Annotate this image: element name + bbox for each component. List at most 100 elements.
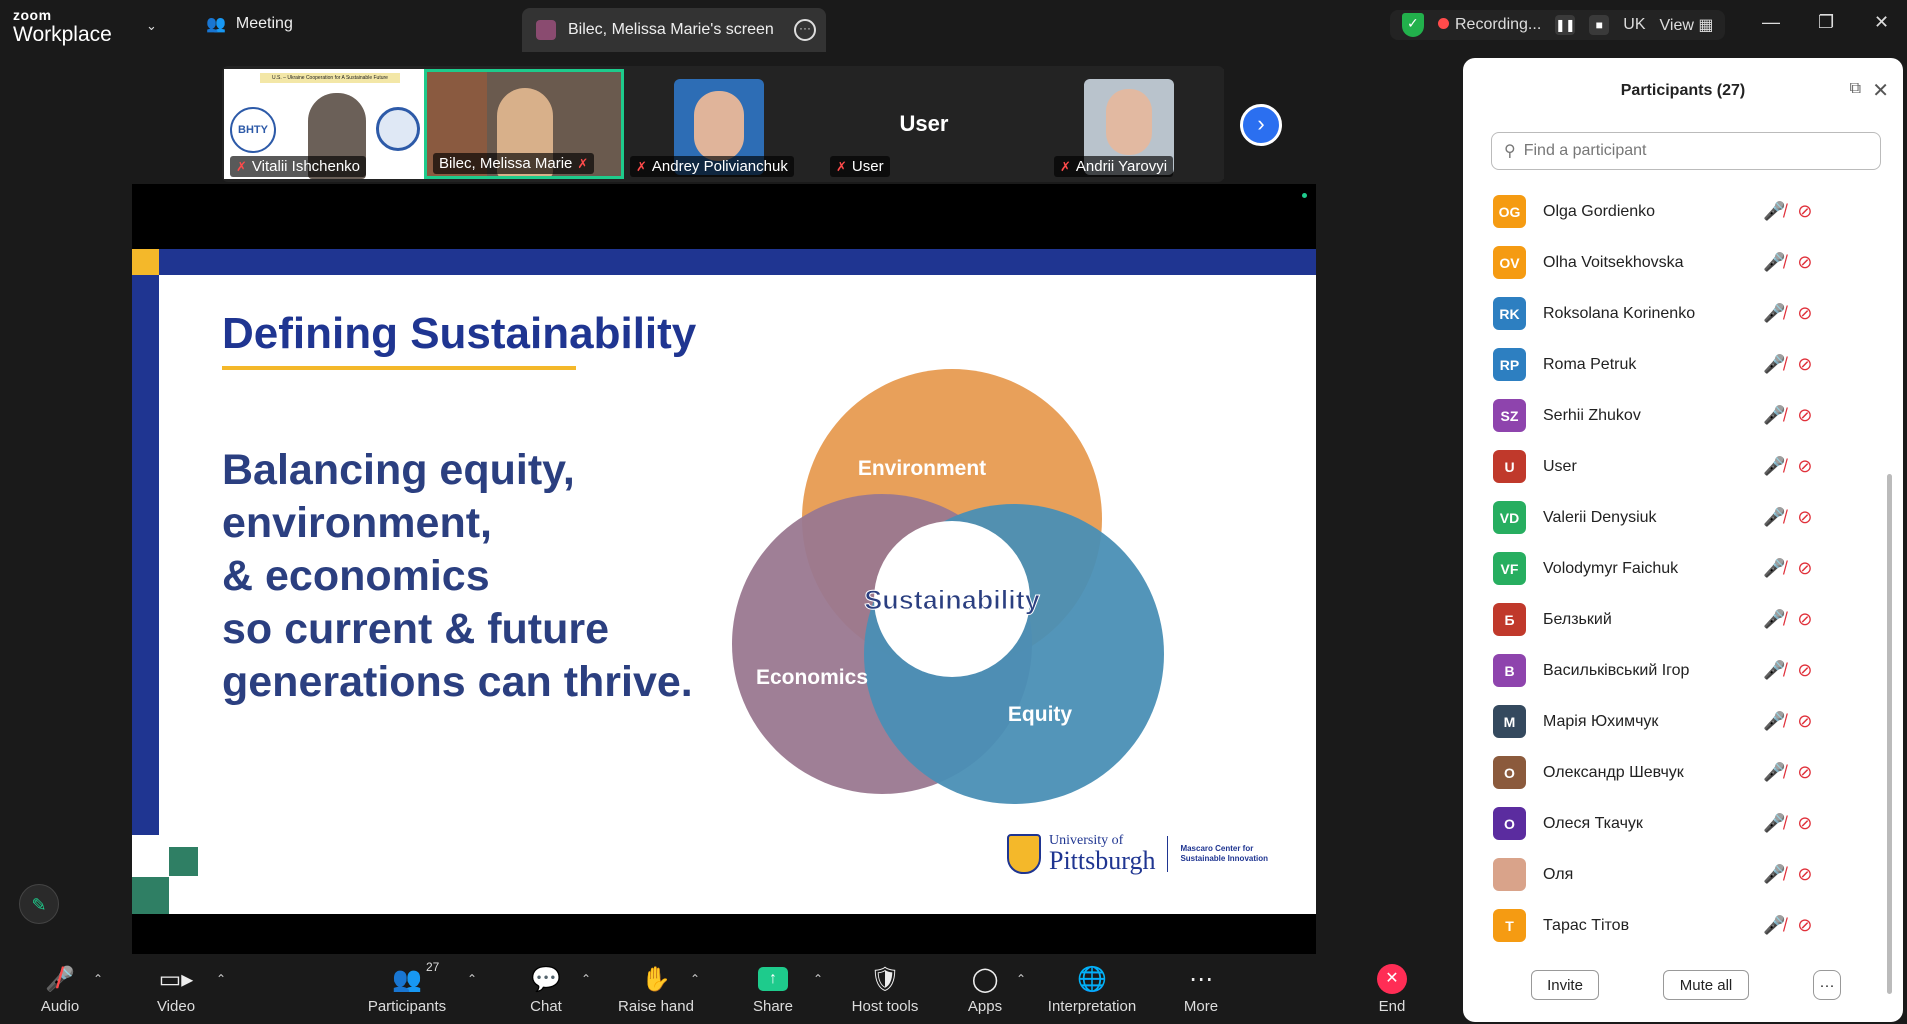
mic-off-icon[interactable]: 🎤̸ — [1763, 405, 1785, 426]
next-page-arrow-icon[interactable]: › — [1240, 104, 1282, 146]
zoom-logo[interactable]: zoom Workplace — [13, 8, 112, 45]
avatar-icon — [536, 20, 556, 40]
mic-off-icon[interactable]: 🎤̸ — [1763, 303, 1785, 324]
video-tile-active-speaker[interactable]: Bilec, Melissa Marie ✗ — [424, 69, 624, 179]
participant-row[interactable]: VF Volodymyr Faichuk 🎤̸ ⊘ — [1463, 543, 1888, 594]
mic-off-icon[interactable]: 🎤̸ — [1763, 201, 1785, 222]
host-tools-button[interactable]: 🛡 Host tools — [848, 962, 922, 1016]
video-caret-icon[interactable]: ⌃ — [216, 972, 226, 986]
mic-off-icon[interactable]: 🎤̸ — [1763, 864, 1785, 885]
mute-all-button[interactable]: Mute all — [1663, 970, 1749, 1000]
chat-button[interactable]: 💬 Chat — [526, 962, 566, 1016]
participant-row[interactable]: Оля 🎤̸ ⊘ — [1463, 849, 1888, 900]
participant-status-icons: 🎤̸ ⊘ — [1763, 201, 1813, 222]
audio-caret-icon[interactable]: ⌃ — [93, 972, 103, 986]
share-caret-icon[interactable]: ⌃ — [813, 972, 823, 986]
share-button[interactable]: ↑ Share — [750, 962, 796, 1015]
close-icon[interactable]: ✕ — [1874, 12, 1889, 33]
video-off-icon[interactable]: ⊘ — [1797, 303, 1812, 324]
mic-off-icon[interactable]: 🎤̸ — [1763, 813, 1785, 834]
end-button[interactable]: ✕ End — [1375, 962, 1409, 1015]
video-tile[interactable]: User ✗ User — [824, 69, 1024, 179]
mic-off-icon[interactable]: 🎤̸ — [1763, 915, 1785, 936]
participant-row[interactable]: RP Roma Petruk 🎤̸ ⊘ — [1463, 339, 1888, 390]
avatar: О — [1493, 756, 1526, 789]
video-off-icon[interactable]: ⊘ — [1797, 354, 1812, 375]
mic-off-icon[interactable]: 🎤̸ — [1763, 558, 1785, 579]
chevron-down-icon[interactable]: ⌄ — [146, 18, 157, 34]
raise-hand-caret-icon[interactable]: ⌃ — [690, 972, 700, 986]
participants-caret-icon[interactable]: ⌃ — [467, 972, 477, 986]
interpretation-button[interactable]: 🌐 Interpretation — [1044, 962, 1140, 1016]
video-off-icon[interactable]: ⊘ — [1797, 711, 1812, 732]
raise-hand-button[interactable]: ✋ Raise hand — [617, 962, 695, 1016]
participant-row[interactable]: О Олеся Ткачук 🎤̸ ⊘ — [1463, 798, 1888, 849]
video-off-icon[interactable]: ⊘ — [1797, 507, 1812, 528]
participant-row[interactable]: U User 🎤̸ ⊘ — [1463, 441, 1888, 492]
mic-off-icon[interactable]: 🎤̸ — [1763, 660, 1785, 681]
tab-shared-screen[interactable]: Bilec, Melissa Marie's screen ··· — [522, 8, 826, 52]
video-off-icon[interactable]: ⊘ — [1797, 252, 1812, 273]
title-underline — [222, 366, 576, 370]
participant-name: Bilec, Melissa Marie — [439, 155, 573, 172]
participant-row[interactable]: OV Olha Voitsekhovska 🎤̸ ⊘ — [1463, 237, 1888, 288]
video-off-icon[interactable]: ⊘ — [1797, 201, 1812, 222]
video-off-icon[interactable]: ⊘ — [1797, 609, 1812, 630]
close-icon[interactable]: ✕ — [1872, 78, 1889, 103]
mic-off-icon[interactable]: 🎤̸ — [1763, 507, 1785, 528]
participant-row[interactable]: SZ Serhii Zhukov 🎤̸ ⊘ — [1463, 390, 1888, 441]
language-label[interactable]: UK — [1623, 16, 1645, 34]
video-off-icon[interactable]: ⊘ — [1797, 456, 1812, 477]
participant-row[interactable]: Б Белзький 🎤̸ ⊘ — [1463, 594, 1888, 645]
video-off-icon[interactable]: ⊘ — [1797, 864, 1812, 885]
mic-off-icon[interactable]: 🎤̸ — [1763, 456, 1785, 477]
minimize-icon[interactable]: — — [1762, 12, 1780, 33]
video-off-icon[interactable]: ⊘ — [1797, 660, 1812, 681]
participant-row[interactable]: RK Roksolana Korinenko 🎤̸ ⊘ — [1463, 288, 1888, 339]
chat-caret-icon[interactable]: ⌃ — [581, 972, 591, 986]
video-off-icon[interactable]: ⊘ — [1797, 813, 1812, 834]
security-shield-icon[interactable] — [1402, 13, 1424, 37]
stop-recording-button[interactable]: ■ — [1589, 15, 1610, 35]
participant-row[interactable]: О Олександр Шевчук 🎤̸ ⊘ — [1463, 747, 1888, 798]
video-off-icon[interactable]: ⊘ — [1797, 762, 1812, 783]
panel-more-button[interactable]: ··· — [1813, 970, 1841, 1000]
pause-recording-button[interactable]: ❚❚ — [1555, 15, 1575, 35]
video-off-icon[interactable]: ⊘ — [1797, 915, 1812, 936]
video-tile[interactable]: U.S. – Ukraine Cooperation for A Sustain… — [224, 69, 424, 179]
participant-status-icons: 🎤̸ ⊘ — [1763, 762, 1813, 783]
more-options-icon[interactable]: ··· — [794, 19, 816, 41]
audio-button[interactable]: 🎤 / Audio — [36, 962, 84, 1015]
panel-scrollbar[interactable] — [1887, 474, 1892, 994]
mic-off-icon[interactable]: 🎤̸ — [1763, 354, 1785, 375]
participant-row[interactable]: OG Olga Gordienko 🎤̸ ⊘ — [1463, 186, 1888, 237]
search-input[interactable]: ⚲ Find a participant — [1491, 132, 1881, 170]
participant-row[interactable]: М Марія Юхимчук 🎤̸ ⊘ — [1463, 696, 1888, 747]
more-button[interactable]: ⋯ More — [1180, 962, 1222, 1016]
pop-out-icon[interactable]: ⧉ — [1850, 80, 1861, 98]
participant-row[interactable]: VD Valerii Denysiuk 🎤̸ ⊘ — [1463, 492, 1888, 543]
mascaro-line1: Mascaro Center for — [1180, 844, 1254, 853]
apps-button[interactable]: ◯ Apps — [965, 962, 1005, 1016]
view-button[interactable]: View ▦ — [1660, 15, 1714, 35]
participant-row[interactable]: В Васильківський Ігор 🎤̸ ⊘ — [1463, 645, 1888, 696]
video-tile[interactable]: ✗ Andrii Yarovyi — [1024, 69, 1224, 179]
raise-hand-label: Raise hand — [618, 998, 694, 1015]
invite-button[interactable]: Invite — [1531, 970, 1599, 1000]
mic-off-icon[interactable]: 🎤̸ — [1763, 252, 1785, 273]
restore-icon[interactable]: ❐ — [1818, 12, 1834, 33]
video-off-icon[interactable]: ⊘ — [1797, 558, 1812, 579]
hand-icon: ✋ — [641, 965, 671, 993]
mic-off-icon[interactable]: 🎤̸ — [1763, 609, 1785, 630]
annotate-pencil-icon[interactable]: ✎ — [19, 884, 59, 924]
mic-off-icon[interactable]: 🎤̸ — [1763, 762, 1785, 783]
participant-row[interactable]: Т Тарас Тітов 🎤̸ ⊘ — [1463, 900, 1888, 951]
video-button[interactable]: ▭▸ Video — [152, 962, 200, 1016]
mic-off-icon[interactable]: 🎤̸ — [1763, 711, 1785, 732]
participants-button[interactable]: 👥 27 Participants — [364, 960, 450, 1015]
video-off-icon[interactable]: ⊘ — [1797, 405, 1812, 426]
apps-caret-icon[interactable]: ⌃ — [1016, 972, 1026, 986]
avatar: SZ — [1493, 399, 1526, 432]
tab-meeting[interactable]: 👥 Meeting — [206, 14, 293, 34]
video-tile[interactable]: ✗ Andrey Polivianchuk — [624, 69, 824, 179]
